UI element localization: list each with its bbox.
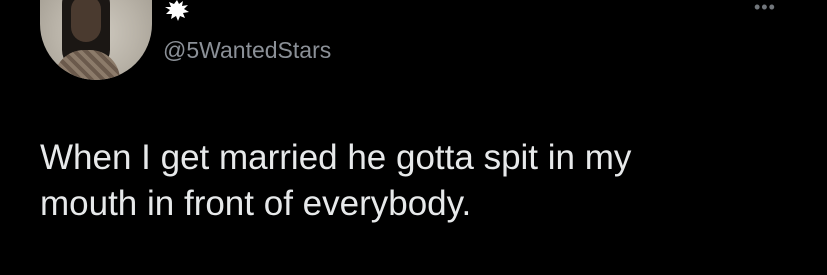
tweet-card: ••• @5WantedStars When I get married he … xyxy=(0,0,827,275)
user-handle[interactable]: @5WantedStars xyxy=(163,35,331,65)
tweet-text-line: mouth in front of everybody. xyxy=(40,184,472,223)
burst-badge-icon xyxy=(165,0,189,21)
avatar[interactable] xyxy=(40,0,152,80)
tweet-text-line: When I get married he gotta spit in my xyxy=(40,138,632,177)
avatar-face xyxy=(71,0,101,42)
tweet-text: When I get married he gotta spit in my m… xyxy=(40,135,810,227)
more-options-icon[interactable]: ••• xyxy=(754,0,784,16)
